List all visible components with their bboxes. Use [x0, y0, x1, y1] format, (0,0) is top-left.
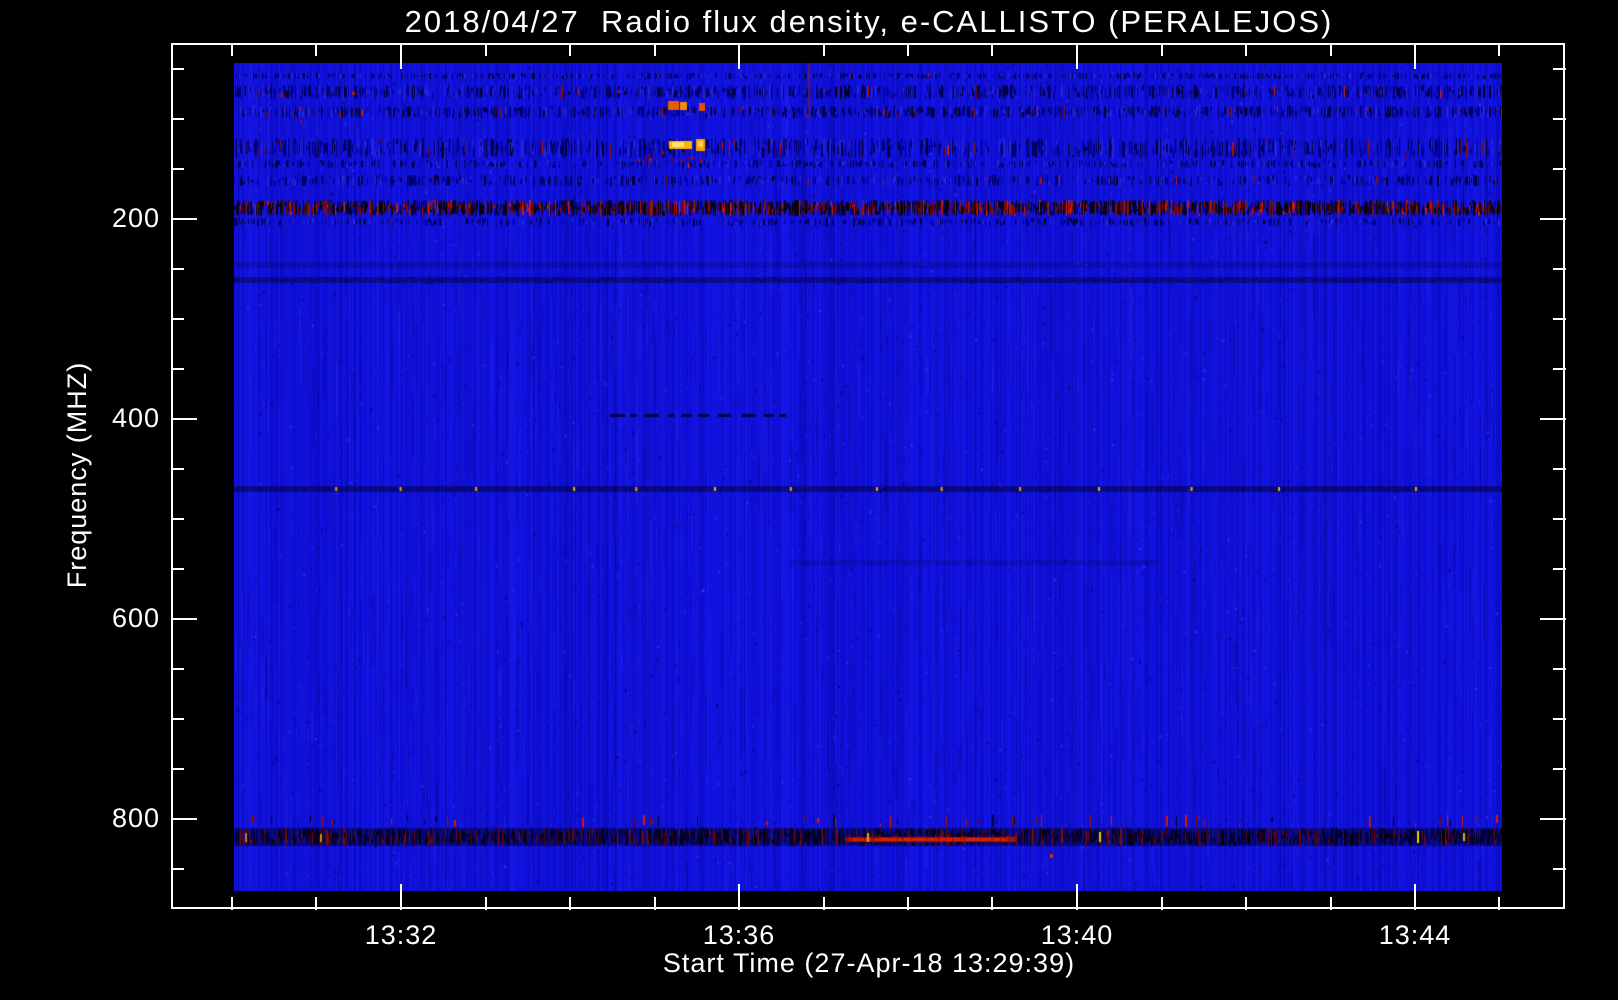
y-minor-tick-right [1553, 518, 1566, 520]
y-minor-tick [171, 168, 184, 170]
x-major-tick-top [1076, 43, 1078, 69]
x-minor-tick [569, 897, 571, 910]
y-minor-tick [171, 268, 184, 270]
x-major-tick-top [400, 43, 402, 69]
x-minor-tick-top [485, 43, 487, 56]
x-major-tick [1076, 884, 1078, 910]
x-tick-label: 13:44 [1378, 920, 1452, 950]
y-minor-tick [171, 718, 184, 720]
y-tick-label: 800 [111, 803, 160, 833]
x-minor-tick [823, 897, 825, 910]
y-minor-tick [171, 68, 184, 70]
x-minor-tick [315, 897, 317, 910]
y-minor-tick [171, 668, 184, 670]
y-minor-tick [171, 318, 184, 320]
x-minor-tick-top [569, 43, 571, 56]
chart-title: 2018/04/27 Radio flux density, e-CALLIST… [404, 4, 1334, 39]
y-minor-tick [171, 568, 184, 570]
x-minor-tick [1498, 897, 1500, 910]
y-minor-tick-right [1553, 768, 1566, 770]
x-minor-tick [654, 897, 656, 910]
x-minor-tick-top [315, 43, 317, 56]
x-major-tick [1414, 884, 1416, 910]
y-minor-tick-right [1553, 168, 1566, 170]
y-minor-tick [171, 368, 184, 370]
y-major-tick-right [1540, 218, 1566, 220]
y-minor-tick [171, 118, 184, 120]
x-major-tick-top [1414, 43, 1416, 69]
y-minor-tick [171, 518, 184, 520]
x-minor-tick-top [907, 43, 909, 56]
y-minor-tick-right [1553, 718, 1566, 720]
x-major-tick [400, 884, 402, 910]
x-minor-tick-top [823, 43, 825, 56]
x-minor-tick-top [1161, 43, 1163, 56]
x-major-tick [738, 884, 740, 910]
y-axis-title: Frequency (MHZ) [62, 361, 92, 589]
y-tick-label: 200 [111, 203, 160, 233]
x-minor-tick-top [231, 43, 233, 56]
y-major-tick [171, 818, 197, 820]
y-minor-tick-right [1553, 368, 1566, 370]
y-minor-tick-right [1553, 668, 1566, 670]
x-tick-label: 13:36 [702, 920, 776, 950]
y-minor-tick-right [1553, 318, 1566, 320]
x-minor-tick-top [1498, 43, 1500, 56]
x-minor-tick [485, 897, 487, 910]
x-minor-tick [1161, 897, 1163, 910]
y-major-tick [171, 618, 197, 620]
x-tick-label: 13:32 [364, 920, 438, 950]
y-minor-tick-right [1553, 868, 1566, 870]
y-minor-tick [171, 868, 184, 870]
x-minor-tick [991, 897, 993, 910]
x-minor-tick [1245, 897, 1247, 910]
y-minor-tick [171, 468, 184, 470]
y-major-tick [171, 418, 197, 420]
x-tick-label: 13:40 [1040, 920, 1114, 950]
plot-frame [171, 43, 1565, 909]
spectrogram-figure: 2018/04/27 Radio flux density, e-CALLIST… [0, 0, 1618, 1000]
y-minor-tick-right [1553, 118, 1566, 120]
x-minor-tick [907, 897, 909, 910]
y-minor-tick [171, 768, 184, 770]
x-minor-tick-top [654, 43, 656, 56]
y-major-tick [171, 218, 197, 220]
y-minor-tick-right [1553, 468, 1566, 470]
x-minor-tick [231, 897, 233, 910]
x-minor-tick-top [1330, 43, 1332, 56]
y-major-tick-right [1540, 818, 1566, 820]
y-major-tick-right [1540, 418, 1566, 420]
y-minor-tick-right [1553, 268, 1566, 270]
x-minor-tick-top [1245, 43, 1247, 56]
y-minor-tick-right [1553, 568, 1566, 570]
y-major-tick-right [1540, 618, 1566, 620]
x-minor-tick-top [991, 43, 993, 56]
x-major-tick-top [738, 43, 740, 69]
x-minor-tick [1330, 897, 1332, 910]
y-minor-tick-right [1553, 68, 1566, 70]
x-axis-title: Start Time (27-Apr-18 13:29:39) [662, 948, 1076, 978]
